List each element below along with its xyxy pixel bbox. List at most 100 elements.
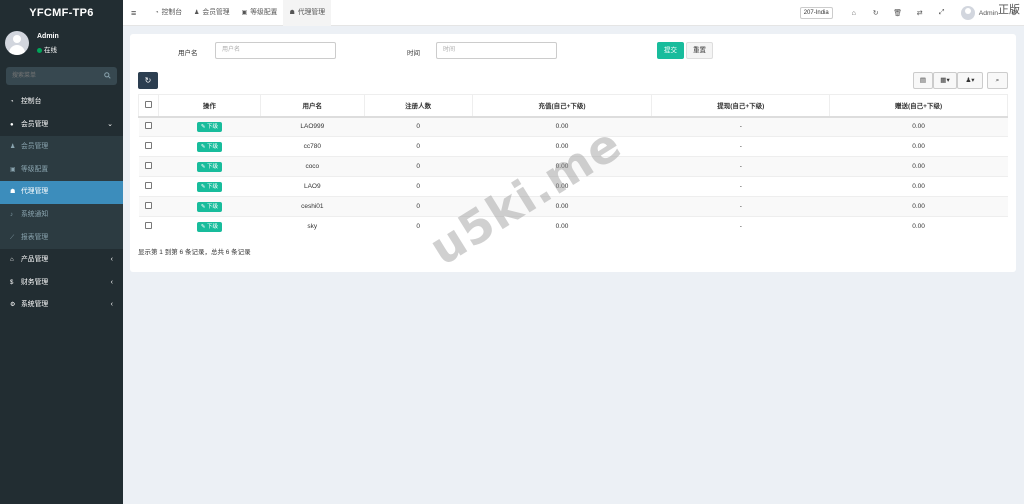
search-toggle-button[interactable]: ⌕	[987, 72, 1008, 89]
sidebar-item-level-config[interactable]: ▣ 等级配置	[0, 158, 123, 182]
row-select-cell	[138, 216, 159, 237]
sidebar-item-member-manage[interactable]: ♟ 会员管理	[0, 136, 123, 159]
money-icon: $	[10, 279, 14, 286]
tab-agent-manage[interactable]: ☗ 代理管理	[283, 0, 332, 26]
sidebar-item-label: 报表管理	[21, 233, 49, 241]
refresh-icon[interactable]: ↻	[865, 9, 887, 17]
online-dot-icon	[37, 47, 42, 53]
time-label: 时间	[407, 50, 420, 57]
home-icon[interactable]: ⌂	[843, 10, 865, 17]
withdraw-cell: -	[651, 136, 830, 157]
sidebar-item-label: 系统通知	[21, 210, 49, 218]
submit-button[interactable]: 提交	[657, 42, 684, 59]
tab-members[interactable]: ♟ 会员管理	[188, 0, 236, 26]
username-cell: LAO9	[260, 176, 365, 197]
pagination-summary: 显示第 1 到第 6 条记录，总共 6 条记录	[138, 249, 251, 256]
action-cell: ✎ 下级	[158, 176, 261, 197]
cogs-icon: ⚙	[10, 302, 16, 309]
action-cell: ✎ 下级	[158, 136, 261, 157]
username-cell: coco	[260, 156, 365, 177]
user-status-text: 在线	[44, 47, 57, 54]
sidebar-item-dashboard[interactable]: ◔ 控制台	[0, 91, 123, 114]
username-input[interactable]: 用户名	[215, 42, 336, 59]
row-select-cell	[138, 136, 159, 157]
table-row: ✎ 下级 ceshi01 0 0.00 - 0.00	[138, 196, 1008, 217]
tab-dashboard[interactable]: ◔ 控制台	[149, 0, 188, 26]
row-checkbox[interactable]	[144, 162, 152, 169]
subordinate-button[interactable]: ✎ 下级	[196, 181, 222, 192]
row-checkbox[interactable]	[144, 142, 152, 149]
col-header[interactable]: 用户名	[259, 94, 365, 118]
tab-label: 控制台	[161, 9, 183, 16]
database-select[interactable]: 207-India	[799, 7, 833, 19]
subordinate-button[interactable]: ✎ 下级	[196, 201, 222, 212]
time-input[interactable]: 时间	[436, 42, 557, 59]
user-panel: Admin 在线	[0, 26, 123, 64]
filter-form: 用户名 用户名 时间 时间 提交 重置	[130, 42, 1016, 60]
subordinate-button[interactable]: ✎ 下级	[196, 121, 222, 132]
select-all-checkbox[interactable]	[144, 100, 152, 108]
row-select-cell	[138, 196, 159, 217]
action-cell: ✎ 下级	[158, 116, 261, 137]
withdraw-cell: -	[651, 196, 830, 217]
subordinate-button-label: 下级	[206, 143, 218, 150]
user-icon: ♟	[10, 144, 16, 151]
sidebar-item-notifications[interactable]: ♪ 系统通知	[0, 203, 123, 227]
sidebar-item-members[interactable]: ● 会员管理 ⌄	[0, 114, 123, 137]
sitemap-icon: ☗	[10, 189, 16, 196]
sidebar-item-finance[interactable]: $ 财务管理 ‹	[0, 272, 123, 295]
select-all-header	[138, 94, 159, 118]
trash-icon[interactable]: 🗑	[887, 9, 909, 17]
search-icon[interactable]	[104, 72, 111, 81]
withdraw-cell: -	[651, 176, 830, 197]
row-checkbox[interactable]	[144, 122, 152, 130]
username-label: 用户名	[178, 50, 198, 57]
col-header[interactable]: 操作	[157, 94, 261, 118]
sidebar-item-system[interactable]: ⚙ 系统管理 ‹	[0, 294, 123, 317]
subordinate-button[interactable]: ✎ 下级	[196, 221, 222, 232]
col-header[interactable]: 赠送(自己+下级)	[829, 94, 1008, 118]
row-select-cell	[138, 156, 159, 177]
user-avatar[interactable]	[960, 6, 975, 20]
gift-cell: 0.00	[829, 196, 1008, 217]
sidebar-item-products[interactable]: ⌂ 产品管理 ‹	[0, 249, 123, 272]
tab-level-config[interactable]: ▣ 等级配置	[236, 0, 284, 26]
sidebar-search-input[interactable]	[6, 67, 96, 85]
col-header[interactable]: 注册人数	[363, 94, 473, 118]
user-name: Admin	[37, 33, 59, 40]
user-circle-icon: ●	[10, 121, 14, 128]
subordinate-button[interactable]: ✎ 下级	[196, 161, 222, 172]
toggle-view-button[interactable]: ▤	[913, 72, 933, 89]
sidebar-item-reports[interactable]: ⟋ 报表管理	[0, 226, 123, 250]
reset-button[interactable]: 重置	[686, 42, 713, 59]
refresh-button[interactable]: ↻	[138, 72, 158, 89]
user-icon: ♟	[194, 10, 200, 16]
gift-cell: 0.00	[829, 176, 1008, 197]
fullscreen-icon[interactable]: ⤢	[931, 9, 953, 17]
columns-button[interactable]: ▦▾	[933, 72, 957, 89]
registered-cell: 0	[364, 116, 473, 137]
registered-cell: 0	[364, 176, 473, 197]
col-header[interactable]: 提现(自己+下级)	[651, 94, 831, 118]
tab-label: 代理管理	[297, 9, 326, 16]
row-checkbox[interactable]	[144, 222, 152, 230]
corner-label: 正版	[998, 4, 1020, 16]
columns-icon: ▦▾	[940, 77, 950, 84]
gift-cell: 0.00	[829, 216, 1008, 237]
app-logo[interactable]: YFCMF-TP6	[0, 0, 123, 26]
col-header[interactable]: 充值(自己+下级)	[471, 94, 653, 118]
sidebar-search	[6, 67, 117, 85]
language-icon[interactable]: ⇄	[909, 9, 931, 17]
top-admin-name[interactable]: Admin	[979, 10, 998, 17]
row-checkbox[interactable]	[144, 182, 152, 189]
row-select-cell	[138, 176, 159, 197]
subordinate-button[interactable]: ✎ 下级	[196, 141, 222, 152]
export-button[interactable]: ♟▾	[957, 72, 983, 89]
menu-toggle-icon[interactable]: ≡	[131, 8, 136, 18]
sidebar-item-label: 财务管理	[21, 278, 49, 286]
row-checkbox[interactable]	[144, 202, 152, 209]
list-icon: ▣	[241, 10, 248, 16]
username-cell: cc780	[260, 136, 365, 157]
dashboard-icon: ◔	[155, 10, 159, 16]
sidebar-item-agent-manage[interactable]: ☗ 代理管理	[0, 181, 123, 204]
